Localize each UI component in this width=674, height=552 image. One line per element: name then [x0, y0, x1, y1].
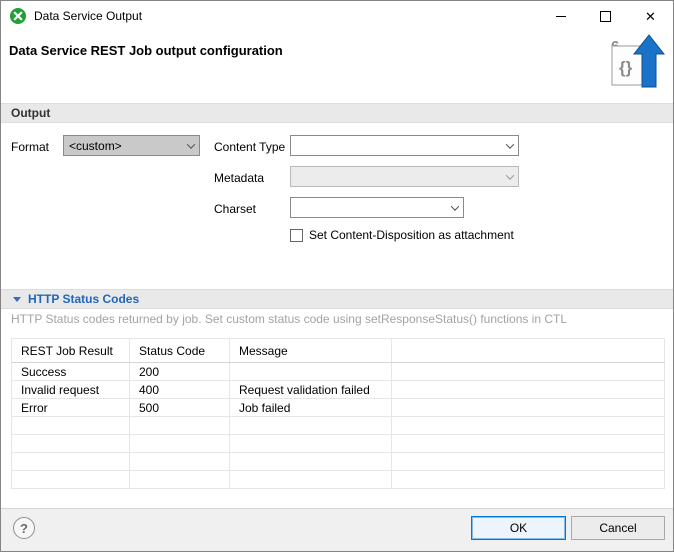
table-cell: Invalid request	[12, 381, 130, 399]
http-status-codes-description: HTTP Status codes returned by job. Set c…	[11, 312, 567, 326]
svg-text:{}: {}	[619, 58, 633, 77]
data-service-output-dialog: Data Service Output ✕ Data Service REST …	[0, 0, 674, 552]
format-label: Format	[11, 140, 49, 154]
table-cell	[230, 471, 392, 489]
table-row[interactable]: Invalid request400Request validation fai…	[12, 381, 665, 399]
cancel-button-label: Cancel	[599, 521, 636, 535]
table-cell	[12, 417, 130, 435]
http-status-codes-title: HTTP Status Codes	[28, 292, 139, 306]
format-select[interactable]: <custom>	[63, 135, 200, 156]
dialog-header: Data Service REST Job output configurati…	[1, 31, 673, 103]
metadata-label: Metadata	[214, 171, 264, 185]
titlebar: Data Service Output ✕	[1, 1, 673, 31]
help-icon: ?	[20, 521, 28, 536]
table-row[interactable]	[12, 471, 665, 489]
table-cell	[130, 453, 230, 471]
column-header[interactable]: Message	[230, 339, 392, 363]
table-cell	[130, 435, 230, 453]
table-cell	[230, 453, 392, 471]
data-service-icon: 6 {}	[607, 33, 665, 95]
chevron-down-icon	[501, 167, 518, 186]
table-cell	[12, 435, 130, 453]
table-cell	[12, 453, 130, 471]
column-header[interactable]: REST Job Result	[12, 339, 130, 363]
chevron-down-icon	[182, 136, 199, 155]
maximize-button[interactable]	[583, 1, 628, 31]
table-cell	[230, 417, 392, 435]
table-cell	[230, 435, 392, 453]
window-controls: ✕	[538, 1, 673, 31]
status-table-body: Success200Invalid request400Request vali…	[12, 363, 665, 489]
chevron-down-icon	[446, 198, 463, 217]
metadata-select[interactable]	[290, 166, 519, 187]
content-disposition-checkbox[interactable]: Set Content-Disposition as attachment	[290, 228, 514, 242]
table-cell	[392, 399, 665, 417]
table-row[interactable]: Error500Job failed	[12, 399, 665, 417]
maximize-icon	[600, 11, 611, 22]
table-cell	[230, 363, 392, 381]
charset-label: Charset	[214, 202, 256, 216]
app-logo-icon	[10, 8, 26, 24]
table-cell: Job failed	[230, 399, 392, 417]
table-cell	[130, 471, 230, 489]
table-cell	[12, 471, 130, 489]
column-header[interactable]: Status Code	[130, 339, 230, 363]
triangle-down-icon	[13, 297, 21, 302]
content-type-label: Content Type	[214, 140, 285, 154]
http-status-codes-section-header[interactable]: HTTP Status Codes	[1, 289, 673, 309]
cancel-button[interactable]: Cancel	[571, 516, 665, 540]
table-cell: Success	[12, 363, 130, 381]
format-value: <custom>	[64, 139, 182, 153]
table-cell: 500	[130, 399, 230, 417]
content-type-select[interactable]	[290, 135, 519, 156]
table-cell	[392, 381, 665, 399]
close-button[interactable]: ✕	[628, 1, 673, 31]
table-cell: 400	[130, 381, 230, 399]
table-cell	[392, 363, 665, 381]
table-cell: Error	[12, 399, 130, 417]
checkbox-icon	[290, 229, 303, 242]
output-section-header: Output	[1, 103, 673, 123]
table-cell	[392, 417, 665, 435]
output-section-title: Output	[11, 106, 50, 120]
minimize-icon	[556, 16, 566, 17]
ok-button[interactable]: OK	[471, 516, 566, 540]
table-row[interactable]	[12, 435, 665, 453]
table-cell: Request validation failed	[230, 381, 392, 399]
dialog-footer: ? OK Cancel	[1, 508, 673, 551]
table-cell	[130, 417, 230, 435]
status-codes-table: REST Job ResultStatus CodeMessage Succes…	[11, 338, 665, 489]
table-row[interactable]	[12, 417, 665, 435]
content-disposition-label: Set Content-Disposition as attachment	[309, 228, 514, 242]
ok-button-label: OK	[510, 521, 527, 535]
table-cell	[392, 471, 665, 489]
close-icon: ✕	[645, 10, 656, 23]
page-title: Data Service REST Job output configurati…	[9, 43, 283, 58]
charset-select[interactable]	[290, 197, 464, 218]
table-cell	[392, 435, 665, 453]
chevron-down-icon	[501, 136, 518, 155]
table-cell: 200	[130, 363, 230, 381]
minimize-button[interactable]	[538, 1, 583, 31]
table-row[interactable]	[12, 453, 665, 471]
window-title: Data Service Output	[34, 9, 142, 23]
help-button[interactable]: ?	[13, 517, 35, 539]
table-row[interactable]: Success200	[12, 363, 665, 381]
column-header[interactable]	[392, 339, 665, 363]
status-table-head-row: REST Job ResultStatus CodeMessage	[12, 339, 665, 363]
table-cell	[392, 453, 665, 471]
